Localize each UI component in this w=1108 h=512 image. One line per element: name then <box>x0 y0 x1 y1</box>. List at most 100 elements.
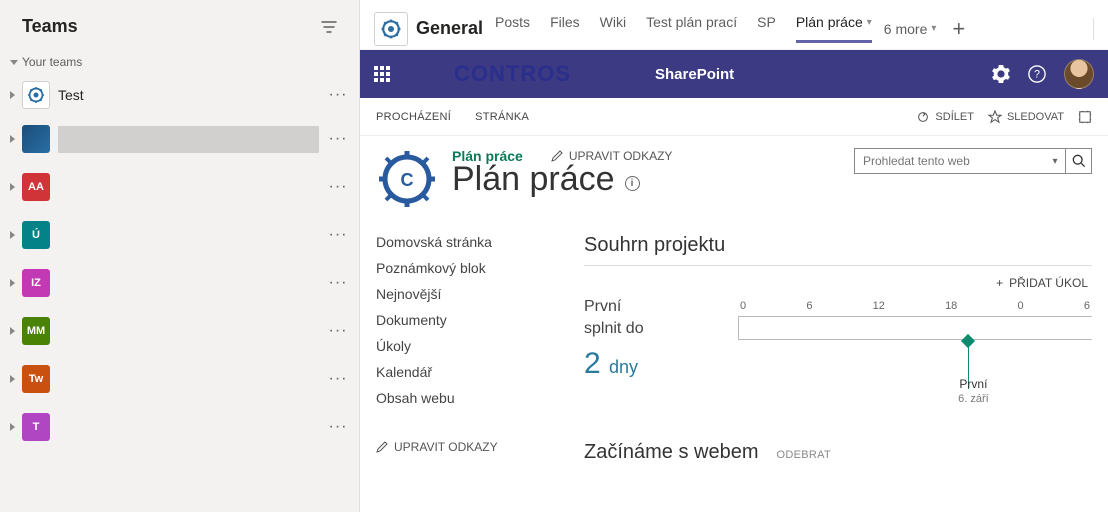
more-tabs[interactable]: 6 more▾ <box>884 21 937 37</box>
remove-link[interactable]: ODEBRAT <box>777 449 831 461</box>
team-row[interactable]: MM ··· <box>0 307 359 355</box>
tab-sp[interactable]: SP <box>757 14 776 43</box>
search-input[interactable] <box>855 154 1045 168</box>
team-more-icon[interactable]: ··· <box>325 274 351 292</box>
marker-label: První <box>950 377 996 391</box>
team-more-icon[interactable]: ··· <box>325 130 351 148</box>
team-more-icon[interactable]: ··· <box>325 86 351 104</box>
tick-label: 18 <box>945 300 957 312</box>
team-avatar-gear <box>22 81 50 109</box>
divider <box>1093 18 1094 40</box>
add-tab-button[interactable]: + <box>952 16 965 42</box>
tab-files[interactable]: Files <box>550 14 580 43</box>
site-logo: C <box>376 148 438 210</box>
team-more-icon[interactable]: ··· <box>325 418 351 436</box>
waffle-icon[interactable] <box>374 66 390 82</box>
search-go-button[interactable] <box>1065 149 1091 173</box>
team-caret[interactable] <box>6 91 18 99</box>
edit-links-nav[interactable]: UPRAVIT ODKAZY <box>376 440 576 454</box>
team-avatar: T <box>22 413 50 441</box>
team-more-icon[interactable]: ··· <box>325 370 351 388</box>
nav-item[interactable]: Domovská stránka <box>376 234 576 250</box>
svg-text:?: ? <box>1034 69 1040 81</box>
timeline: 06121806 První 6. září <box>738 300 1092 381</box>
tab-wiki[interactable]: Wiki <box>600 14 626 43</box>
channel-bar: General PostsFilesWikiTest plán pracíSPP… <box>360 0 1108 50</box>
filter-icon[interactable] <box>321 19 337 35</box>
brand-logo: CONTROS <box>448 61 577 87</box>
chevron-down-icon: ▾ <box>931 23 936 34</box>
nav-item[interactable]: Úkoly <box>376 338 576 354</box>
team-placeholder <box>58 126 319 153</box>
team-caret[interactable] <box>6 423 18 431</box>
main-area: General PostsFilesWikiTest plán pracíSPP… <box>360 0 1108 512</box>
user-avatar[interactable] <box>1064 59 1094 89</box>
follow-button[interactable]: SLEDOVAT <box>988 110 1064 124</box>
team-avatar: Ú <box>22 221 50 249</box>
sharepoint-bar: CONTROS SharePoint ? <box>360 50 1108 98</box>
teams-sidebar: Teams Your teams Test ··· ··· AA ··· Ú ·… <box>0 0 360 512</box>
marker-date: 6. září <box>950 393 996 405</box>
chevron-down-icon: ▾ <box>867 17 872 28</box>
tick-label: 6 <box>806 300 812 312</box>
channel-icon <box>374 12 408 46</box>
team-avatar: IZ <box>22 269 50 297</box>
sp-content: Souhrn projektu PŘIDAT ÚKOL Prvnísplnit … <box>576 234 1092 500</box>
team-avatar: MM <box>22 317 50 345</box>
team-more-icon[interactable]: ··· <box>325 226 351 244</box>
nav-item[interactable]: Dokumenty <box>376 312 576 328</box>
team-more-icon[interactable]: ··· <box>325 322 351 340</box>
sp-page: C Plán práce UPRAVIT ODKAZY Plán práce i… <box>360 136 1108 512</box>
tick-label: 6 <box>1084 300 1090 312</box>
browse-tab[interactable]: PROCHÁZENÍ <box>376 111 451 123</box>
team-row-test[interactable]: Test ··· <box>0 75 359 115</box>
sp-left-nav: Domovská stránka Poznámkový blok Nejnovějš… <box>376 234 576 500</box>
nav-item[interactable]: Obsah webu <box>376 390 576 406</box>
nav-item[interactable]: Kalendář <box>376 364 576 380</box>
team-row[interactable]: T ··· <box>0 403 359 451</box>
focus-button[interactable] <box>1078 110 1092 124</box>
add-task-button[interactable]: PŘIDAT ÚKOL <box>584 266 1092 294</box>
team-avatar <box>22 125 50 153</box>
tick-label: 0 <box>1018 300 1024 312</box>
caret-down-icon <box>10 60 18 65</box>
sp-action-row: PROCHÁZENÍ STRÁNKA SDÍLET SLEDOVAT <box>360 98 1108 136</box>
team-list: Test ··· ··· AA ··· Ú ··· IZ ··· MM ··· … <box>0 73 359 451</box>
team-caret[interactable] <box>6 327 18 335</box>
tab-test-plán-prací[interactable]: Test plán prací <box>646 14 737 43</box>
tab-posts[interactable]: Posts <box>495 14 530 43</box>
team-row[interactable]: IZ ··· <box>0 259 359 307</box>
timeline-bar[interactable]: První 6. září <box>738 316 1092 340</box>
your-teams-label: Your teams <box>22 55 82 69</box>
help-icon[interactable]: ? <box>1028 65 1046 83</box>
tab-plán-práce[interactable]: Plán práce▾ <box>796 14 872 43</box>
team-row[interactable]: Tw ··· <box>0 355 359 403</box>
team-avatar: Tw <box>22 365 50 393</box>
team-caret[interactable] <box>6 135 18 143</box>
nav-item[interactable]: Poznámkový blok <box>376 260 576 276</box>
info-icon[interactable]: i <box>625 176 640 191</box>
search-dropdown-icon[interactable]: ▾ <box>1045 156 1065 167</box>
team-caret[interactable] <box>6 183 18 191</box>
team-caret[interactable] <box>6 375 18 383</box>
section-summary-title: Souhrn projektu <box>584 234 1092 257</box>
nav-item[interactable]: Nejnovější <box>376 286 576 302</box>
teams-title: Teams <box>22 16 78 37</box>
deadline-box: Prvnísplnit do 2 dny <box>584 296 714 381</box>
page-tab[interactable]: STRÁNKA <box>475 111 529 123</box>
team-caret[interactable] <box>6 231 18 239</box>
team-avatar: AA <box>22 173 50 201</box>
team-label: Test <box>58 87 325 103</box>
page-title: Plán práce i <box>452 160 672 199</box>
svg-text:C: C <box>401 170 414 190</box>
your-teams-header[interactable]: Your teams <box>0 51 359 73</box>
team-row[interactable]: Ú ··· <box>0 211 359 259</box>
tick-label: 0 <box>740 300 746 312</box>
team-caret[interactable] <box>6 279 18 287</box>
team-row[interactable]: ··· <box>0 115 359 163</box>
team-row[interactable]: AA ··· <box>0 163 359 211</box>
share-button[interactable]: SDÍLET <box>916 110 974 124</box>
site-search: ▾ <box>854 148 1092 174</box>
gear-icon[interactable] <box>992 65 1010 83</box>
team-more-icon[interactable]: ··· <box>325 178 351 196</box>
